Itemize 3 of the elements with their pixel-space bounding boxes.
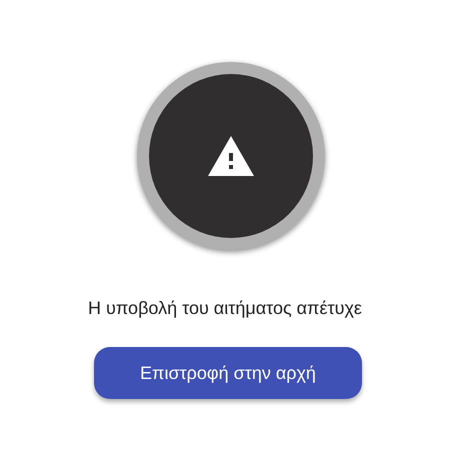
warning-icon [208, 136, 254, 176]
status-message: Η υποβολή του αιτήματος απέτυχε [88, 298, 362, 319]
back-home-button[interactable]: Επιστροφή στην αρχή [94, 347, 362, 399]
